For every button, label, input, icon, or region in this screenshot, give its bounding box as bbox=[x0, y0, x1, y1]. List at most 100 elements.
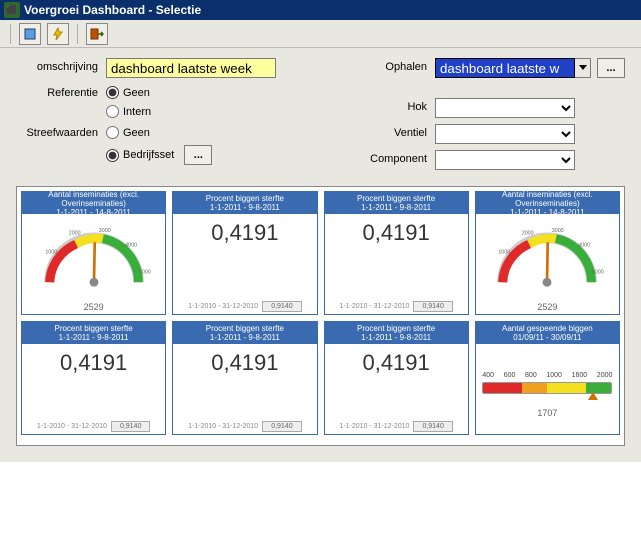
metric-footer-date: 1-1-2010 - 31-12-2010 bbox=[188, 423, 258, 430]
streef-bedrijfsset-label: Bedrijfsset bbox=[123, 149, 174, 161]
metric-footer: 1-1-2010 - 31-12-2010 0,9140 bbox=[339, 301, 452, 312]
dashboard-card: Procent biggen sterfte 1-1-2011 - 9-8-20… bbox=[172, 191, 317, 315]
hok-label: Hok bbox=[355, 98, 435, 113]
bolt-icon bbox=[51, 27, 65, 41]
gauge-chart: 10002000300040005000 bbox=[482, 220, 612, 300]
svg-text:1000: 1000 bbox=[45, 249, 57, 255]
metric-footer-date: 1-1-2010 - 31-12-2010 bbox=[339, 423, 409, 430]
card-title: Procent biggen sterfte bbox=[174, 324, 315, 333]
ophalen-browse-button[interactable]: ... bbox=[597, 58, 625, 78]
referentie-intern-option[interactable]: Intern bbox=[106, 105, 151, 118]
dashboard-card-header: Procent biggen sterfte 1-1-2011 - 9-8-20… bbox=[325, 192, 468, 214]
metric-footer: 1-1-2010 - 31-12-2010 0,9140 bbox=[37, 421, 150, 432]
dashboard-card-header: Aantal inseminaties (excl. Overinseminat… bbox=[476, 192, 619, 214]
linear-gauge-value: 1707 bbox=[537, 408, 557, 418]
card-title: Procent biggen sterfte bbox=[174, 194, 315, 203]
toolbar-bolt-button[interactable] bbox=[47, 23, 69, 45]
card-subtitle: 1-1-2011 - 9-8-2011 bbox=[326, 333, 467, 342]
card-title: Aantal gespeende biggen bbox=[477, 324, 618, 333]
referentie-label: Referentie bbox=[16, 84, 106, 99]
card-subtitle: 1-1-2011 - 9-8-2011 bbox=[174, 333, 315, 342]
window-title: Voergroei Dashboard - Selectie bbox=[24, 3, 201, 17]
metric-footer-compare[interactable]: 0,9140 bbox=[262, 301, 301, 312]
svg-text:1000: 1000 bbox=[499, 249, 511, 255]
form-right-column: Ophalen ... Hok Ventiel Component bbox=[355, 58, 625, 176]
svg-text:2000: 2000 bbox=[522, 230, 534, 236]
card-subtitle: 1-1-2011 - 9-8-2011 bbox=[326, 203, 467, 212]
metric-footer-compare[interactable]: 0,9140 bbox=[262, 421, 301, 432]
streef-bedrijfsset-option[interactable]: Bedrijfsset ... bbox=[106, 145, 212, 165]
referentie-geen-radio[interactable] bbox=[106, 86, 119, 99]
ophalen-dropdown-button[interactable] bbox=[575, 58, 591, 78]
referentie-intern-radio[interactable] bbox=[106, 105, 119, 118]
svg-text:5000: 5000 bbox=[138, 269, 150, 275]
component-label: Component bbox=[355, 150, 435, 165]
toolbar-divider bbox=[77, 24, 78, 44]
svg-text:4000: 4000 bbox=[579, 242, 591, 248]
card-subtitle: 01/09/11 - 30/09/11 bbox=[477, 333, 618, 342]
dashboard-card-body: 0,4191 1-1-2010 - 31-12-2010 0,9140 bbox=[173, 214, 316, 314]
book-icon bbox=[23, 27, 37, 41]
card-title: Procent biggen sterfte bbox=[23, 324, 164, 333]
dashboard-card-body: 10002000300040005000 2529 bbox=[476, 214, 619, 314]
bedrijfsset-browse-button[interactable]: ... bbox=[184, 145, 212, 165]
linear-gauge: 400600800100016002000 bbox=[482, 382, 612, 394]
chevron-down-icon bbox=[579, 65, 587, 71]
dashboard-card-header: Procent biggen sterfte 1-1-2011 - 9-8-20… bbox=[325, 322, 468, 344]
form-left-column: omschrijving Referentie Geen Intern bbox=[16, 58, 276, 176]
ventiel-select[interactable] bbox=[435, 124, 575, 144]
metric-footer: 1-1-2010 - 31-12-2010 0,9140 bbox=[188, 421, 301, 432]
omschrijving-input[interactable] bbox=[106, 58, 276, 78]
referentie-intern-label: Intern bbox=[123, 106, 151, 118]
ventiel-label: Ventiel bbox=[355, 124, 435, 139]
streef-geen-radio[interactable] bbox=[106, 126, 119, 139]
gauge-chart: 1000 2000 3000 4000 5000 bbox=[29, 220, 159, 300]
svg-text:3000: 3000 bbox=[552, 228, 564, 234]
hok-select[interactable] bbox=[435, 98, 575, 118]
metric-footer-compare[interactable]: 0,9140 bbox=[111, 421, 150, 432]
toolbar-divider bbox=[10, 24, 11, 44]
dashboard-card: Procent biggen sterfte 1-1-2011 - 9-8-20… bbox=[21, 321, 166, 435]
dashboard-card-body: 0,4191 1-1-2010 - 31-12-2010 0,9140 bbox=[173, 344, 316, 434]
metric-value: 0,4191 bbox=[211, 220, 278, 246]
gauge-value: 2529 bbox=[84, 302, 104, 312]
svg-text:3000: 3000 bbox=[98, 228, 110, 234]
dashboard-card-body: 0,4191 1-1-2010 - 31-12-2010 0,9140 bbox=[22, 344, 165, 434]
linear-gauge-ticks: 400600800100016002000 bbox=[482, 372, 612, 379]
referentie-geen-option[interactable]: Geen bbox=[106, 86, 151, 99]
metric-footer: 1-1-2010 - 31-12-2010 0,9140 bbox=[188, 301, 301, 312]
linear-gauge-pointer bbox=[588, 392, 598, 400]
svg-text:4000: 4000 bbox=[125, 242, 137, 248]
gauge-value: 2529 bbox=[537, 302, 557, 312]
card-title: Aantal inseminaties (excl. Overinseminat… bbox=[23, 190, 164, 208]
ophalen-input[interactable] bbox=[435, 58, 575, 78]
streef-bedrijfsset-radio[interactable] bbox=[106, 149, 119, 162]
metric-footer-compare[interactable]: 0,9140 bbox=[413, 301, 452, 312]
dashboard-card: Procent biggen sterfte 1-1-2011 - 9-8-20… bbox=[324, 321, 469, 435]
metric-footer-compare[interactable]: 0,9140 bbox=[413, 421, 452, 432]
dashboard-card-body: 400600800100016002000 1707 bbox=[476, 344, 619, 434]
toolbar bbox=[0, 20, 641, 48]
dashboard-panel: Aantal inseminaties (excl. Overinseminat… bbox=[16, 186, 625, 446]
metric-footer-date: 1-1-2010 - 31-12-2010 bbox=[188, 303, 258, 310]
card-title: Aantal inseminaties (excl. Overinseminat… bbox=[477, 190, 618, 208]
metric-footer: 1-1-2010 - 31-12-2010 0,9140 bbox=[339, 421, 452, 432]
toolbar-book-button[interactable] bbox=[19, 23, 41, 45]
referentie-radio-group: Geen Intern bbox=[106, 84, 151, 118]
selection-form: omschrijving Referentie Geen Intern bbox=[0, 48, 641, 462]
omschrijving-label: omschrijving bbox=[16, 58, 106, 73]
referentie-geen-label: Geen bbox=[123, 87, 150, 99]
metric-footer-date: 1-1-2010 - 31-12-2010 bbox=[339, 303, 409, 310]
dashboard-card-header: Aantal inseminaties (excl. Overinseminat… bbox=[22, 192, 165, 214]
window-titlebar: ⬛ Voergroei Dashboard - Selectie bbox=[0, 0, 641, 20]
component-select[interactable] bbox=[435, 150, 575, 170]
toolbar-exit-button[interactable] bbox=[86, 23, 108, 45]
dashboard-card: Procent biggen sterfte 1-1-2011 - 9-8-20… bbox=[172, 321, 317, 435]
dashboard-card: Aantal inseminaties (excl. Overinseminat… bbox=[21, 191, 166, 315]
dashboard-card-header: Aantal gespeende biggen 01/09/11 - 30/09… bbox=[476, 322, 619, 344]
svg-text:2000: 2000 bbox=[68, 230, 80, 236]
card-subtitle: 1-1-2011 - 9-8-2011 bbox=[174, 203, 315, 212]
dashboard-card-header: Procent biggen sterfte 1-1-2011 - 9-8-20… bbox=[173, 322, 316, 344]
streef-geen-option[interactable]: Geen bbox=[106, 126, 212, 139]
metric-value: 0,4191 bbox=[211, 350, 278, 376]
